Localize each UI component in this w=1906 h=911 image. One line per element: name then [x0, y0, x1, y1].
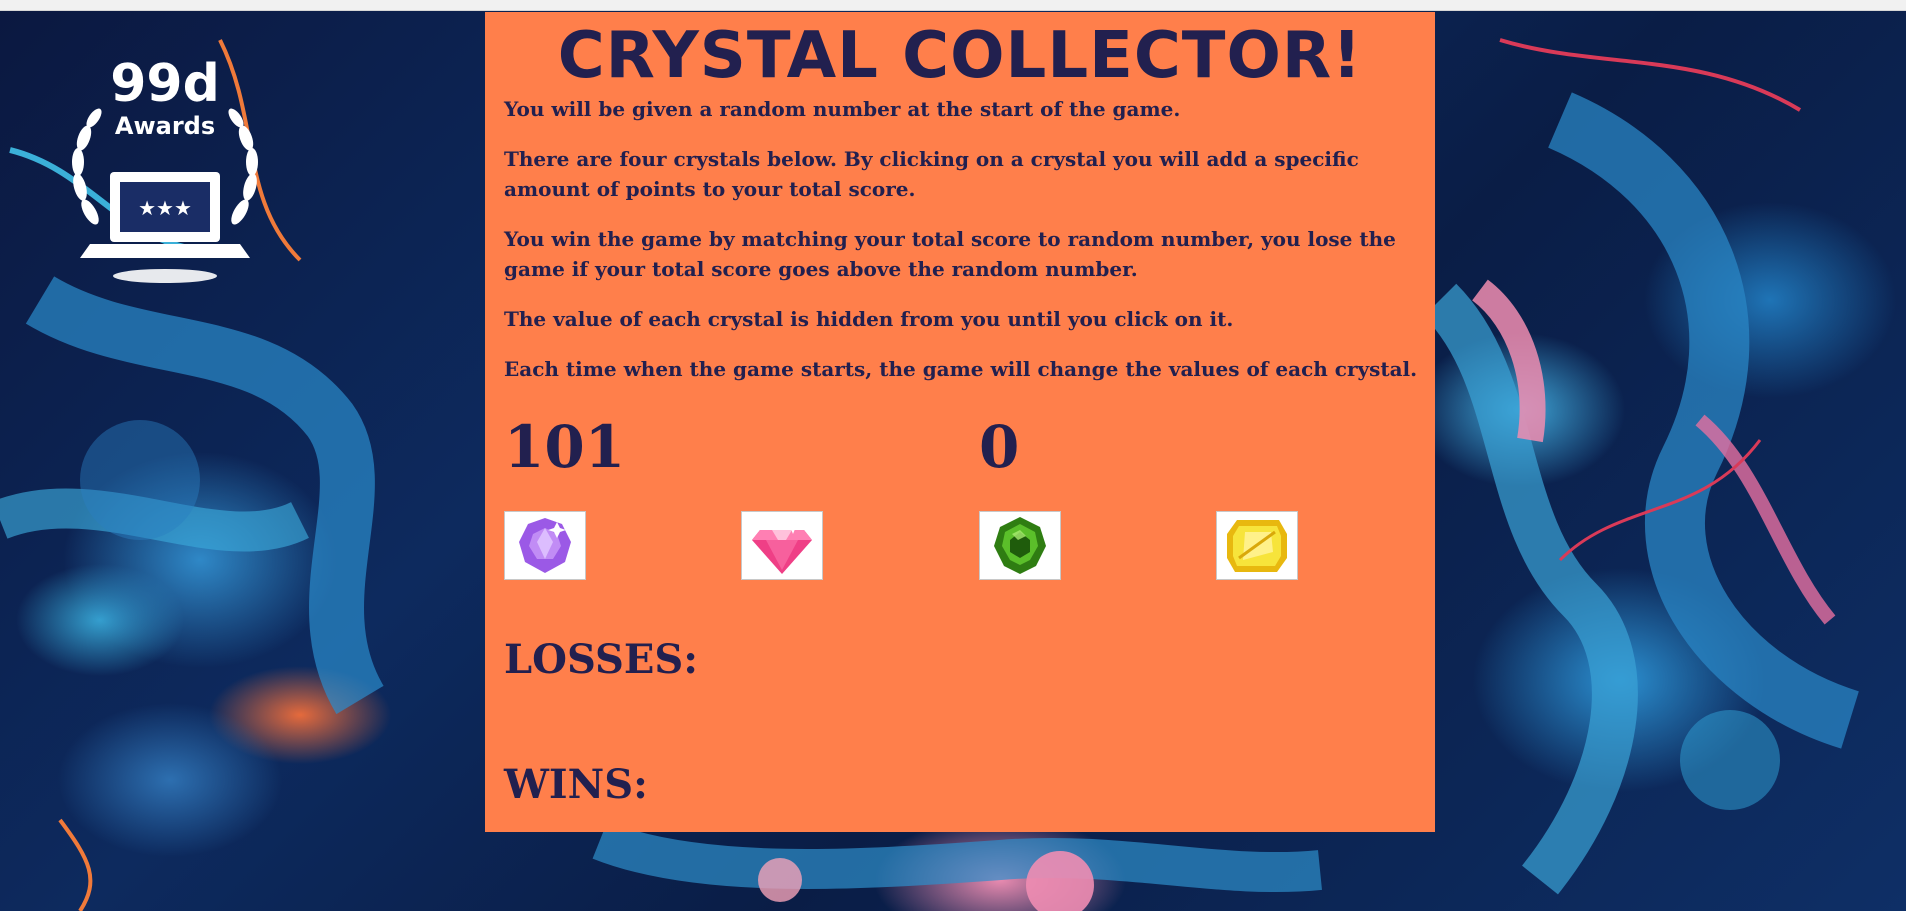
svg-text:★★★: ★★★: [138, 196, 192, 220]
game-panel: CRYSTAL COLLECTOR! You will be given a r…: [485, 12, 1435, 832]
game-title: CRYSTAL COLLECTOR!: [557, 19, 1363, 93]
rule-1: You will be given a random number at the…: [504, 97, 1181, 121]
rule-3: You win the game by matching your total …: [504, 227, 1396, 281]
yellow-crystal-icon: [1227, 520, 1287, 572]
rule-5: Each time when the game starts, the game…: [504, 357, 1418, 381]
total-score: 0: [979, 413, 1020, 481]
award-logo: ★★★ 99d Awards: [50, 54, 280, 292]
browser-top-strip: [0, 0, 1906, 11]
rule-4: The value of each crystal is hidden from…: [504, 307, 1234, 331]
pink-crystal-button[interactable]: [741, 511, 823, 580]
award-logo-subtitle: Awards: [114, 112, 216, 140]
green-crystal-icon: [994, 517, 1046, 574]
purple-crystal-button[interactable]: [504, 511, 586, 580]
purple-crystal-icon: [519, 518, 571, 573]
yellow-crystal-button[interactable]: [1216, 511, 1298, 580]
random-number: 101: [504, 413, 626, 481]
award-logo-brand: 99d: [110, 54, 220, 114]
green-crystal-button[interactable]: [979, 511, 1061, 580]
wins-label: WINS:: [504, 761, 648, 808]
losses-label: LOSSES:: [504, 636, 699, 683]
game-page: ★★★ 99d Awards CRYSTAL COLLECTOR! You wi…: [0, 0, 1906, 911]
rule-2: There are four crystals below. By clicki…: [504, 147, 1359, 201]
pink-crystal-icon: [752, 520, 812, 574]
